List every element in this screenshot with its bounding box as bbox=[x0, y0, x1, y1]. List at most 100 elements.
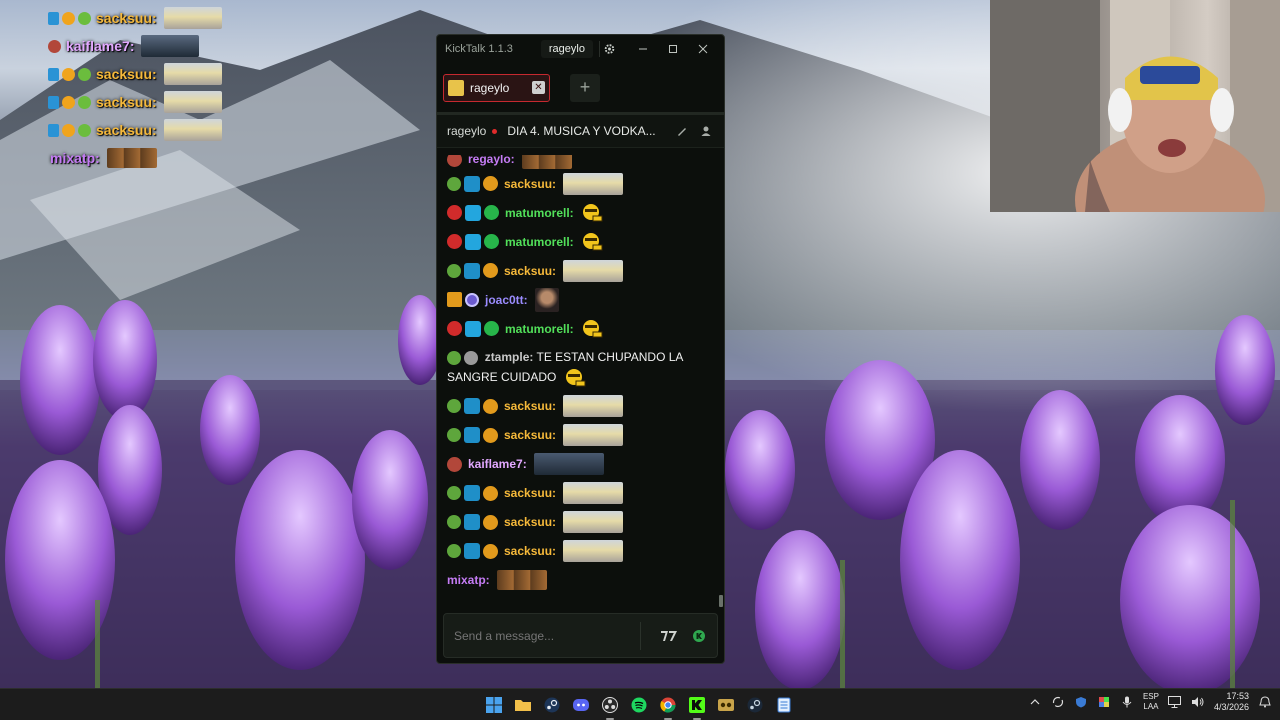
microphone-icon[interactable] bbox=[1120, 695, 1134, 709]
tab-rageylo[interactable]: rageylo ✕ bbox=[443, 73, 550, 102]
chat-username[interactable]: sacksuu: bbox=[504, 177, 556, 191]
kick-badge-icon bbox=[447, 292, 462, 307]
cat-emote bbox=[563, 395, 624, 418]
sword-icon bbox=[48, 11, 59, 25]
coin-badge-icon bbox=[483, 543, 498, 559]
kick-emote-icon[interactable] bbox=[687, 624, 711, 648]
verified-badge-icon bbox=[484, 321, 499, 336]
chat-message: joac0tt: bbox=[447, 285, 716, 314]
alien-icon bbox=[78, 123, 91, 137]
color-icon[interactable] bbox=[1097, 695, 1111, 709]
coin-badge-icon bbox=[483, 176, 498, 191]
chat-username[interactable]: sacksuu: bbox=[504, 544, 556, 558]
taskbar-apps bbox=[482, 693, 796, 720]
windows-start-icon[interactable] bbox=[482, 693, 506, 717]
chrome-icon[interactable] bbox=[656, 693, 680, 720]
overlay-username: mixatp: bbox=[50, 150, 100, 166]
steam-icon[interactable] bbox=[540, 693, 564, 717]
minimize-button[interactable] bbox=[628, 35, 658, 63]
gear-icon[interactable] bbox=[598, 41, 615, 57]
7tv-emote-icon[interactable] bbox=[657, 624, 681, 648]
chat-username[interactable]: matumorell: bbox=[505, 322, 574, 336]
chat-tabs: rageylo ✕ + bbox=[437, 63, 724, 115]
chat-username[interactable]: sacksuu: bbox=[504, 399, 556, 413]
discord-icon[interactable] bbox=[569, 693, 593, 717]
sword-badge-icon bbox=[464, 262, 480, 279]
spotify-icon[interactable] bbox=[627, 693, 651, 717]
sword-badge-icon bbox=[464, 543, 480, 560]
overlay-chat-row: sacksuu: bbox=[48, 116, 308, 144]
webcam-feed bbox=[990, 0, 1280, 212]
coin-badge-icon bbox=[483, 427, 498, 443]
bear-badge-icon bbox=[447, 234, 462, 249]
keyboard-language[interactable]: ESP LAA bbox=[1143, 692, 1159, 712]
game-icon[interactable] bbox=[714, 693, 738, 717]
chat-message: matumorell: bbox=[447, 227, 716, 256]
chat-username[interactable]: regaylo: bbox=[468, 155, 515, 166]
chat-username[interactable]: matumorell: bbox=[505, 206, 574, 220]
mod-tools-icon[interactable] bbox=[674, 123, 690, 139]
coin-icon bbox=[62, 123, 75, 137]
close-tab-icon[interactable]: ✕ bbox=[532, 81, 545, 94]
alien-badge-icon bbox=[447, 486, 461, 501]
notifications-icon[interactable] bbox=[1258, 695, 1272, 709]
app-title: KickTalk 1.1.3 bbox=[445, 43, 513, 55]
keyboard-layout: LAA bbox=[1143, 702, 1159, 711]
close-button[interactable] bbox=[688, 35, 718, 63]
cat-emote bbox=[563, 259, 624, 282]
face-emote bbox=[581, 232, 603, 252]
kick-icon[interactable] bbox=[685, 693, 709, 720]
maximize-button[interactable] bbox=[658, 35, 688, 63]
overlay-chat-row: sacksuu: bbox=[48, 4, 308, 32]
input-divider bbox=[640, 621, 641, 650]
title-bar[interactable]: KickTalk 1.1.3 rageylo bbox=[437, 35, 724, 63]
face-emote bbox=[564, 368, 586, 388]
add-tab-button[interactable]: + bbox=[570, 73, 600, 102]
bear-badge-icon bbox=[447, 321, 462, 336]
chat-username[interactable]: sacksuu: bbox=[504, 428, 556, 442]
overlay-username: sacksuu: bbox=[96, 122, 157, 138]
clock-date: 4/3/2026 bbox=[1213, 702, 1249, 712]
bear-badge-icon bbox=[447, 205, 462, 220]
chat-username[interactable]: sacksuu: bbox=[504, 486, 556, 500]
overlay-chat-row: sacksuu: bbox=[48, 88, 308, 116]
cat-emote bbox=[163, 63, 222, 85]
chat-username[interactable]: joac0tt: bbox=[485, 293, 528, 307]
bear-badge-icon bbox=[447, 456, 462, 472]
chat-username[interactable]: mixatp: bbox=[447, 573, 490, 587]
chat-username[interactable]: sacksuu: bbox=[504, 264, 556, 278]
ring-badge-icon bbox=[465, 292, 479, 307]
chevron-up-icon[interactable] bbox=[1028, 695, 1042, 709]
chat-scrollbar[interactable] bbox=[719, 595, 723, 607]
steam-secondary-icon[interactable] bbox=[743, 693, 767, 717]
cube-badge-icon bbox=[465, 320, 481, 337]
sync-icon[interactable] bbox=[1051, 695, 1065, 709]
overlay-chat-row: mixatp: bbox=[48, 144, 308, 172]
clock[interactable]: 17:53 4/3/2026 bbox=[1214, 691, 1249, 713]
file-explorer-icon[interactable] bbox=[511, 693, 535, 717]
monitor-icon[interactable] bbox=[1168, 695, 1182, 709]
person-emote bbox=[534, 287, 559, 312]
chat-username[interactable]: sacksuu: bbox=[504, 515, 556, 529]
coin-badge-icon bbox=[483, 514, 498, 530]
chat-username[interactable]: kaiflame7: bbox=[468, 457, 527, 471]
message-input[interactable] bbox=[454, 628, 630, 643]
obs-icon[interactable] bbox=[598, 693, 622, 720]
shield-icon[interactable] bbox=[1074, 695, 1088, 709]
bear-badge-icon bbox=[447, 155, 462, 167]
cube-badge-icon bbox=[465, 233, 481, 250]
current-user-button[interactable]: rageylo bbox=[540, 40, 593, 58]
chat-username[interactable]: matumorell: bbox=[505, 235, 574, 249]
cat-emote bbox=[163, 91, 222, 113]
notepad-icon[interactable] bbox=[772, 693, 796, 717]
chat-message: sacksuu: bbox=[447, 537, 716, 566]
volume-icon[interactable] bbox=[1191, 695, 1205, 709]
sword-badge-icon bbox=[464, 175, 480, 192]
user-icon[interactable] bbox=[698, 123, 714, 139]
chat-username[interactable]: ztample: bbox=[485, 350, 534, 364]
coin-badge-icon bbox=[483, 485, 498, 501]
tab-label: rageylo bbox=[470, 80, 510, 95]
chat-messages[interactable]: regaylo: sacksuu: matumorell: matumorell… bbox=[437, 155, 724, 605]
language-code: ESP bbox=[1142, 692, 1159, 701]
coin-icon bbox=[62, 95, 75, 109]
